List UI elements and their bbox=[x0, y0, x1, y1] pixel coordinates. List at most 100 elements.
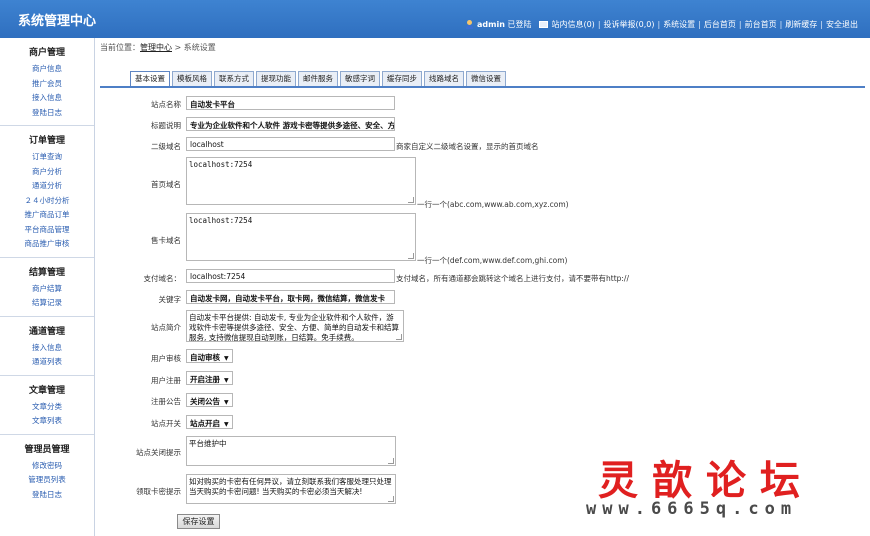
sidebar-item-channel-list[interactable]: 通道列表 bbox=[0, 355, 94, 370]
site-switch-select[interactable]: 站点开启 ▼ bbox=[186, 415, 233, 429]
sidebar-group-articles: 文章管理 文章分类 文章列表 bbox=[0, 376, 94, 435]
register-notice-label: 注册公告 bbox=[151, 397, 181, 406]
sidebar-item-access-info[interactable]: 接入信息 bbox=[0, 91, 94, 106]
subdomain-hint: 商家自定义二级域名设置，显示的首页域名 bbox=[396, 142, 539, 151]
tab-contact[interactable]: 联系方式 bbox=[214, 71, 254, 86]
user-review-select[interactable]: 自动审核 ▼ bbox=[186, 349, 233, 363]
top-header: 系统管理中心 admin 已登陆 站内信息(0) | 投诉举报(0,0) | 系… bbox=[0, 0, 870, 38]
title-desc-input[interactable]: 专业为企业软件和个人软件 游戏卡密等提供多途径、安全、方 bbox=[186, 117, 395, 131]
home-domain-label: 首页域名 bbox=[151, 180, 181, 189]
sidebar-item-order-query[interactable]: 订单查询 bbox=[0, 150, 94, 165]
sidebar-item-24h-analysis[interactable]: ２４小时分析 bbox=[0, 194, 94, 209]
breadcrumb: 当前位置：管理中心 > 系统设置 bbox=[100, 42, 216, 53]
logout-link[interactable]: 安全退出 bbox=[826, 19, 858, 30]
tab-sensitive-words[interactable]: 敏感字词 bbox=[340, 71, 380, 86]
pay-domain-label: 支付域名： bbox=[143, 274, 182, 283]
site-switch-label: 站点开关 bbox=[151, 419, 181, 428]
sidebar-group-title: 商户管理 bbox=[28, 48, 65, 58]
frontend-home-link[interactable]: 前台首页 bbox=[745, 19, 777, 30]
sidebar-item-promo-members[interactable]: 推广会员 bbox=[0, 77, 94, 92]
mail-icon bbox=[539, 21, 549, 28]
breadcrumb-home-link[interactable]: 管理中心 bbox=[140, 43, 172, 52]
sidebar-item-channel-analysis[interactable]: 通道分析 bbox=[0, 179, 94, 194]
system-settings-link[interactable]: 系统设置 bbox=[663, 19, 695, 30]
sidebar-group-channels: 通道管理 接入信息 通道列表 bbox=[0, 317, 94, 376]
breadcrumb-prefix: 当前位置： bbox=[100, 43, 140, 52]
tab-withdraw[interactable]: 提现功能 bbox=[256, 71, 296, 86]
pay-domain-input[interactable]: localhost:7254 bbox=[186, 269, 395, 283]
site-intro-label: 站点简介 bbox=[151, 323, 181, 332]
tab-line-domains[interactable]: 线路域名 bbox=[424, 71, 464, 86]
complaints-link[interactable]: 投诉举报(0,0) bbox=[604, 19, 655, 30]
home-domain-textarea[interactable]: localhost:7254 bbox=[186, 157, 416, 205]
card-pickup-tip-label: 领取卡密提示 bbox=[136, 487, 181, 496]
sidebar-item-article-list[interactable]: 文章列表 bbox=[0, 414, 94, 429]
register-notice-value: 关闭公告 bbox=[190, 397, 220, 406]
header-links: admin 已登陆 站内信息(0) | 投诉举报(0,0) | 系统设置 | 后… bbox=[465, 19, 858, 30]
sidebar-group-merchant: 商户管理 商户信息 推广会员 接入信息 登陆日志 bbox=[0, 38, 94, 126]
sidebar-group-admins: 管理员管理 修改密码 管理员列表 登陆日志 bbox=[0, 435, 94, 508]
tab-basic-settings[interactable]: 基本设置 bbox=[130, 71, 170, 86]
sidebar-item-promo-review[interactable]: 商品推广审核 bbox=[0, 237, 94, 252]
tab-cache-sync[interactable]: 缓存同步 bbox=[382, 71, 422, 86]
chevron-down-icon: ▼ bbox=[224, 355, 229, 362]
sidebar-item-merchant-settlement[interactable]: 商户结算 bbox=[0, 282, 94, 297]
card-domain-textarea[interactable]: localhost:7254 bbox=[186, 213, 416, 261]
site-switch-value: 站点开启 bbox=[190, 419, 220, 428]
user-register-select[interactable]: 开启注册 ▼ bbox=[186, 371, 233, 385]
register-notice-select[interactable]: 关闭公告 ▼ bbox=[186, 393, 233, 407]
tab-template-style[interactable]: 模板风格 bbox=[172, 71, 212, 86]
sidebar: 商户管理 商户信息 推广会员 接入信息 登陆日志 订单管理 订单查询 商户分析 … bbox=[0, 38, 95, 536]
user-register-label: 用户注册 bbox=[151, 376, 181, 385]
breadcrumb-current: 系统设置 bbox=[183, 43, 216, 52]
separator: | bbox=[597, 20, 601, 29]
user-icon bbox=[465, 20, 474, 29]
separator: | bbox=[657, 20, 661, 29]
messages-link[interactable]: 站内信息(0) bbox=[551, 19, 594, 30]
sidebar-item-login-log[interactable]: 登陆日志 bbox=[0, 106, 94, 121]
save-settings-button[interactable]: 保存设置 bbox=[177, 514, 220, 529]
pay-domain-hint: 支付域名，所有通道都会跳转这个域名上进行支付，请不要带有http:// bbox=[396, 274, 629, 283]
settings-tabs: 基本设置 模板风格 联系方式 提现功能 邮件服务 敏感字词 缓存同步 线路域名 … bbox=[130, 71, 508, 86]
sidebar-item-platform-products[interactable]: 平台商品管理 bbox=[0, 223, 94, 238]
sidebar-item-settlement-records[interactable]: 结算记录 bbox=[0, 296, 94, 311]
breadcrumb-separator: > bbox=[172, 43, 184, 52]
sidebar-item-merchant-analysis[interactable]: 商户分析 bbox=[0, 165, 94, 180]
sidebar-group-orders: 订单管理 订单查询 商户分析 通道分析 ２４小时分析 推广商品订单 平台商品管理… bbox=[0, 126, 94, 258]
sidebar-item-admin-list[interactable]: 管理员列表 bbox=[0, 473, 94, 488]
site-intro-textarea[interactable]: 自动发卡平台提供: 自动发卡, 专业为企业软件和个人软件，游戏软件卡密等提供多途… bbox=[186, 310, 404, 342]
card-domain-label: 售卡域名 bbox=[151, 236, 181, 245]
sidebar-item-channel-access[interactable]: 接入信息 bbox=[0, 341, 94, 356]
chevron-down-icon: ▼ bbox=[224, 421, 229, 428]
sidebar-group-title: 结算管理 bbox=[28, 267, 65, 278]
site-name-input[interactable]: 自动发卡平台 bbox=[186, 96, 395, 110]
sidebar-group-title: 文章管理 bbox=[28, 385, 65, 396]
separator: | bbox=[820, 20, 823, 29]
tab-wechat-settings[interactable]: 微信设置 bbox=[466, 71, 506, 86]
username: admin bbox=[477, 20, 505, 29]
keywords-input[interactable]: 自动发卡网，自动发卡平台，取卡网，微信结算，微信发卡 bbox=[186, 290, 395, 304]
separator: | bbox=[738, 20, 742, 29]
site-close-tip-label: 站点关闭提示 bbox=[136, 448, 181, 457]
refresh-cache-link[interactable]: 刷新缓存 bbox=[785, 19, 817, 30]
subdomain-input[interactable]: localhost bbox=[186, 137, 395, 151]
separator: | bbox=[698, 20, 701, 29]
chevron-down-icon: ▼ bbox=[224, 377, 229, 384]
card-pickup-tip-textarea[interactable]: 如对购买的卡密有任何异议，请立刻联系我们客服处理只处理当天购买的卡密问题! 当天… bbox=[186, 474, 396, 504]
site-close-tip-textarea[interactable]: 平台维护中 bbox=[186, 436, 396, 466]
sidebar-item-change-password[interactable]: 修改密码 bbox=[0, 459, 94, 474]
sidebar-item-merchant-info[interactable]: 商户信息 bbox=[0, 62, 94, 77]
tab-mail-service[interactable]: 邮件服务 bbox=[298, 71, 338, 86]
backend-home-link[interactable]: 后台首页 bbox=[704, 19, 736, 30]
login-status: 已登陆 bbox=[507, 20, 532, 29]
user-review-label: 用户审核 bbox=[151, 354, 181, 363]
sidebar-item-promo-orders[interactable]: 推广商品订单 bbox=[0, 208, 94, 223]
user-register-value: 开启注册 bbox=[190, 375, 220, 384]
app-title: 系统管理中心 bbox=[18, 14, 97, 29]
sidebar-group-title: 订单管理 bbox=[28, 136, 65, 146]
separator: | bbox=[779, 20, 783, 29]
sidebar-group-settlement: 结算管理 商户结算 结算记录 bbox=[0, 258, 94, 317]
sidebar-item-admin-login-log[interactable]: 登陆日志 bbox=[0, 488, 94, 503]
sidebar-item-article-categories[interactable]: 文章分类 bbox=[0, 400, 94, 415]
tab-underline bbox=[100, 86, 865, 88]
